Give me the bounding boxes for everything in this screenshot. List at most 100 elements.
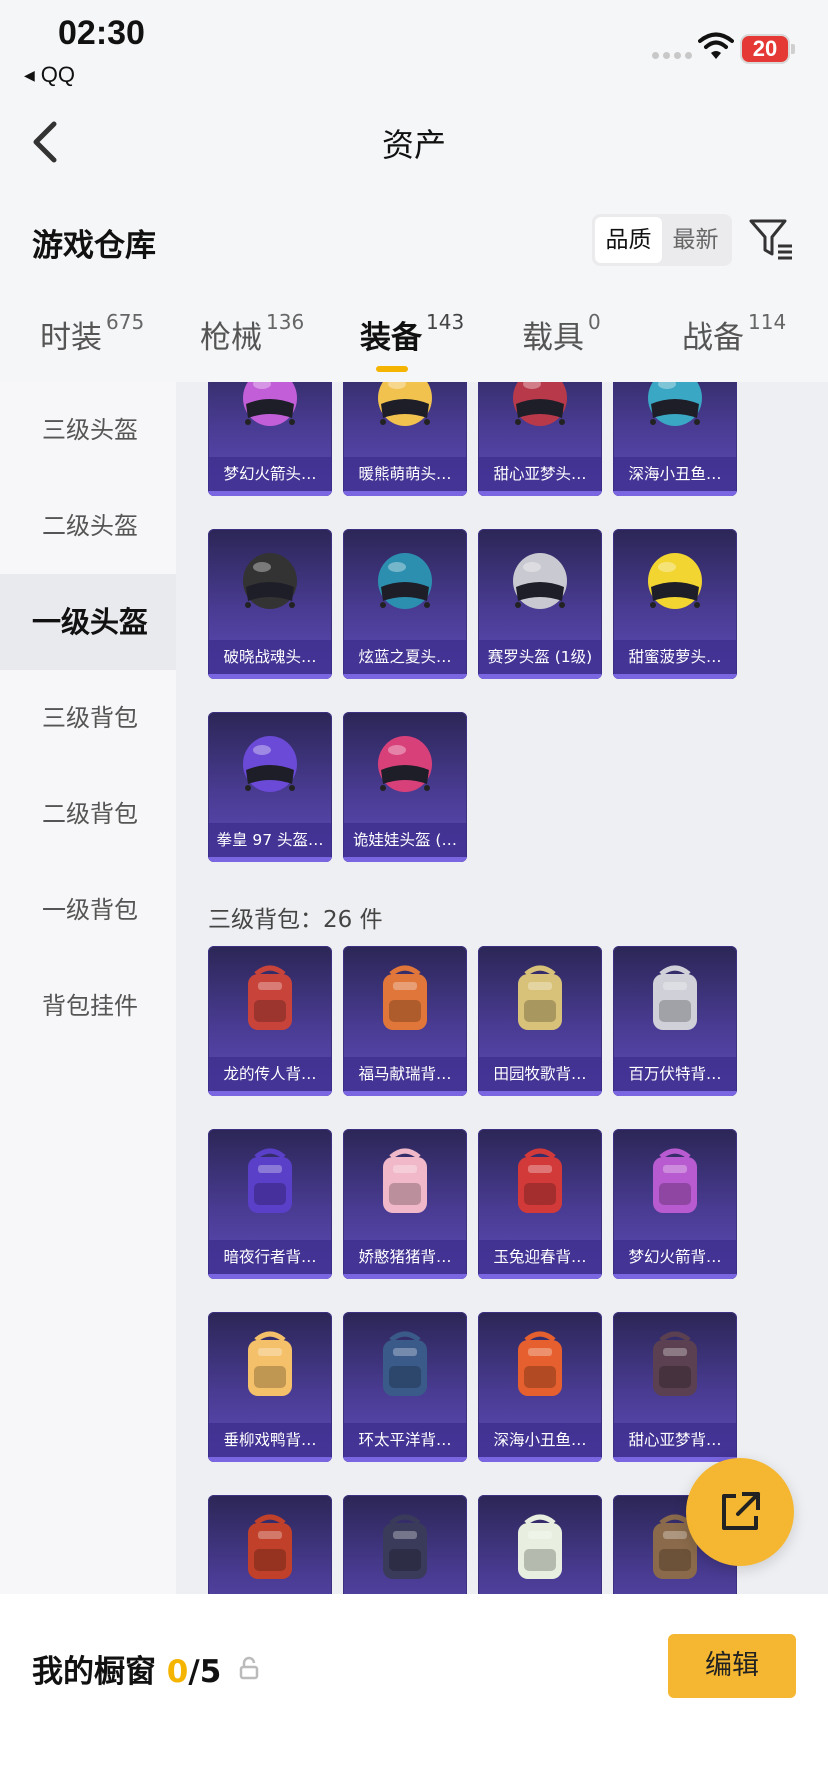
tab-label: 战备 (682, 320, 744, 356)
backpack-card[interactable]: 百万伏特背… (613, 946, 737, 1096)
backpack-name: 深海小丑鱼… (478, 1423, 602, 1457)
backpack-icon (653, 1331, 697, 1396)
tab-count: 114 (748, 310, 787, 334)
backpack-icon (653, 1148, 697, 1213)
helmet-card[interactable]: 甜心亚梦头… (478, 382, 602, 496)
sidebar-item-helmet-lv1[interactable]: 一级头盔 (0, 574, 176, 670)
item-grid: 梦幻火箭头… 暖熊萌萌头… 甜心亚梦头… 深海小丑鱼… 破晓战魂头… 炫蓝之夏头… (176, 382, 828, 1594)
backpack-card[interactable] (343, 1495, 467, 1594)
helmet-icon (378, 736, 432, 792)
share-button[interactable] (686, 1458, 794, 1566)
showcase-count: 0 (166, 1654, 189, 1690)
helmet-name: 甜心亚梦头… (478, 457, 602, 491)
helmet-icon (513, 382, 567, 426)
backpack-card[interactable]: 龙的传人背… (208, 946, 332, 1096)
helmet-card[interactable]: 梦幻火箭头… (208, 382, 332, 496)
backpack-icon (248, 1514, 292, 1579)
sort-newest-button[interactable]: 最新 (662, 217, 729, 263)
backpack-card[interactable] (478, 1495, 602, 1594)
backpack-card[interactable]: 玉兔迎春背… (478, 1129, 602, 1279)
backpack-card[interactable]: 垂柳戏鸭背… (208, 1312, 332, 1462)
backpack-icon (518, 1331, 562, 1396)
tab-supplies[interactable]: 战备 114 (682, 310, 787, 357)
helmet-icon (243, 382, 297, 426)
tab-fashion[interactable]: 时装 675 (40, 310, 144, 357)
tab-equipment[interactable]: 装备 143 (360, 310, 465, 357)
sidebar-item-backpack-lv1[interactable]: 一级背包 (0, 862, 176, 958)
helmet-icon (513, 553, 567, 609)
helmet-name: 破晓战魂头… (208, 640, 332, 674)
showcase-title: 我的橱窗 (32, 1654, 156, 1690)
backpack-icon (518, 1514, 562, 1579)
showcase-bar: 我的橱窗 0/5 编辑 (0, 1594, 828, 1792)
helmet-name: 深海小丑鱼… (613, 457, 737, 491)
wifi-icon (698, 32, 734, 59)
sidebar: 三级头盔 二级头盔 一级头盔 三级背包 二级背包 一级背包 背包挂件 (0, 382, 176, 1594)
backpack-card[interactable]: 娇憨猪猪背… (343, 1129, 467, 1279)
backpack-card[interactable]: 甜心亚梦背… (613, 1312, 737, 1462)
share-icon (722, 1492, 760, 1530)
helmet-card[interactable]: 诡娃娃头盔 (… (343, 712, 467, 862)
helmet-icon (378, 382, 432, 426)
backpack-icon (383, 1331, 427, 1396)
tab-weapons[interactable]: 枪械 136 (200, 310, 305, 357)
tab-label: 枪械 (200, 320, 262, 356)
back-to-app-link[interactable]: ◀ QQ (24, 62, 75, 88)
backpack-icon (383, 1514, 427, 1579)
sidebar-item-helmet-lv2[interactable]: 二级头盔 (0, 478, 176, 574)
backpack-name: 百万伏特背… (613, 1057, 737, 1091)
helmet-card[interactable]: 暖熊萌萌头… (343, 382, 467, 496)
backpack-card[interactable]: 福马献瑞背… (343, 946, 467, 1096)
helmet-card[interactable]: 甜蜜菠萝头… (613, 529, 737, 679)
backpack-name: 玉兔迎春背… (478, 1240, 602, 1274)
helmet-name: 诡娃娃头盔 (… (343, 823, 467, 857)
backpack-name: 环太平洋背… (343, 1423, 467, 1457)
back-app-label: QQ (40, 62, 76, 87)
tab-count: 0 (588, 310, 601, 334)
helmet-icon (378, 553, 432, 609)
tab-count: 136 (266, 310, 305, 334)
sort-toggle: 品质 最新 (592, 214, 732, 266)
backpack-name: 田园牧歌背… (478, 1057, 602, 1091)
helmet-card[interactable]: 炫蓝之夏头… (343, 529, 467, 679)
status-bar: 02:30 ◀ QQ 20 (0, 0, 828, 100)
helmet-card[interactable]: 赛罗头盔 (1级) (478, 529, 602, 679)
helmet-card[interactable]: 深海小丑鱼… (613, 382, 737, 496)
backpack-icon (248, 965, 292, 1030)
helmet-name: 炫蓝之夏头… (343, 640, 467, 674)
sidebar-item-helmet-lv3[interactable]: 三级头盔 (0, 382, 176, 478)
helmet-name: 拳皇 97 头盔… (208, 823, 332, 857)
sidebar-item-backpack-lv2[interactable]: 二级背包 (0, 766, 176, 862)
backpack-name: 甜心亚梦背… (613, 1423, 737, 1457)
backpack-card[interactable]: 梦幻火箭背… (613, 1129, 737, 1279)
filter-icon[interactable] (748, 216, 794, 262)
backpack-name: 龙的传人背… (208, 1057, 332, 1091)
edit-button[interactable]: 编辑 (668, 1634, 796, 1698)
helmet-card[interactable]: 破晓战魂头… (208, 529, 332, 679)
backpack-icon (383, 1148, 427, 1213)
battery-icon: 20 (740, 34, 795, 64)
sort-quality-button[interactable]: 品质 (595, 217, 662, 263)
helmet-card[interactable]: 拳皇 97 头盔… (208, 712, 332, 862)
helmet-name: 梦幻火箭头… (208, 457, 332, 491)
showcase-label: 我的橱窗 0/5 (32, 1646, 221, 1691)
backpack-card[interactable]: 环太平洋背… (343, 1312, 467, 1462)
helmet-icon (243, 736, 297, 792)
sidebar-item-backpack-lv3[interactable]: 三级背包 (0, 670, 176, 766)
backpack-icon (653, 965, 697, 1030)
backpack-card[interactable]: 暗夜行者背… (208, 1129, 332, 1279)
backpack-card[interactable]: 田园牧歌背… (478, 946, 602, 1096)
backpack-icon (248, 1148, 292, 1213)
backpack-name: 暗夜行者背… (208, 1240, 332, 1274)
backpack-card[interactable]: 深海小丑鱼… (478, 1312, 602, 1462)
tab-count: 143 (426, 310, 465, 334)
tab-label: 装备 (360, 320, 422, 356)
lock-icon (239, 1656, 259, 1680)
backpack-name: 梦幻火箭背… (613, 1240, 737, 1274)
tab-vehicles[interactable]: 载具 0 (522, 310, 601, 357)
backpack-name: 垂柳戏鸭背… (208, 1423, 332, 1457)
category-tabs: 时装 675 枪械 136 装备 143 载具 0 战备 114 (0, 310, 828, 382)
sidebar-item-backpack-pendant[interactable]: 背包挂件 (0, 958, 176, 1054)
active-tab-indicator (376, 366, 408, 372)
backpack-card[interactable] (208, 1495, 332, 1594)
